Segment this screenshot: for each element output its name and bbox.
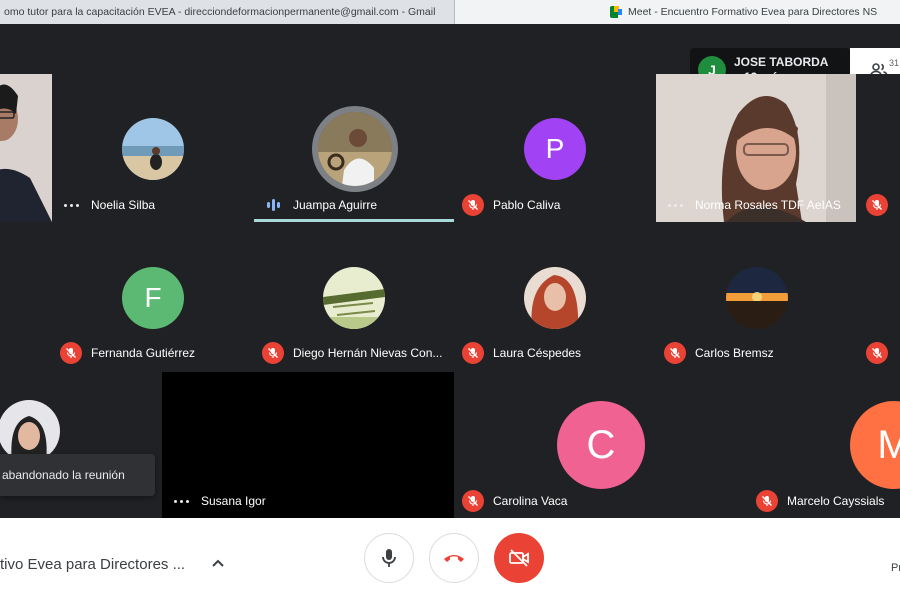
participant-name-row: Laura Céspedes [462,342,581,364]
notification-text: abandonado la reunión [2,468,125,482]
mic-off-icon [60,342,82,364]
mic-off-icon [262,342,284,364]
tab-meet[interactable]: Meet - Encuentro Formativo Evea para Dir… [455,0,900,24]
camera-button[interactable] [494,533,544,583]
mic-icon [382,549,396,567]
hang-up-icon [444,555,464,562]
participant-name-row: Marcelo Cayssials [756,490,884,512]
participant-name-row: Noelia Silba [60,194,155,216]
participant-avatar-speaking [312,106,398,192]
participant-avatar-initial: M [850,401,900,489]
mic-off-icon [866,194,888,216]
meet-bottom-bar: tivo Evea para Directores ... Pr [0,518,900,600]
participant-name: Diego Hernán Nievas Con... [293,346,443,360]
participant-name: Noelia Silba [91,198,156,212]
leave-call-button[interactable] [429,533,479,583]
participant-video-icon [0,74,52,222]
participant-name-row: Norma Rosales TDF AeIAS [664,194,841,216]
participant-name: Carlos Bremsz [695,346,774,360]
participant-avatar-initial: F [122,267,184,329]
participant-name: Pablo Caliva [493,198,561,212]
more-options-icon[interactable] [170,490,192,512]
left-meeting-notification: abandonado la reunión [0,454,155,496]
more-options-icon[interactable] [60,194,82,216]
participant-avatar-initial: C [557,401,645,489]
participant-grid: Noelia Silba Juampa Aguirre P Pablo Cali… [0,74,900,518]
mic-off-icon [664,342,686,364]
participant-name: Laura Céspedes [493,346,582,360]
browser-tab-strip: omo tutor para la capacitación EVEA - di… [0,0,900,24]
active-speaker-underline [254,219,454,222]
participant-avatar-photo [0,400,60,462]
mic-off-icon [866,342,888,364]
meeting-title[interactable]: tivo Evea para Directores ... [0,556,185,573]
participant-name-row: Pablo Caliva [462,194,560,216]
participant-name: Fernanda Gutiérrez [91,346,196,360]
participant-name-row: Juampa Aguirre [262,194,377,216]
mic-off-icon [756,490,778,512]
participant-avatar-photo [323,267,385,329]
mic-off-icon [462,342,484,364]
participant-name-row: Diego Hernán Nievas Con... [262,342,442,364]
speaking-indicator-icon [262,194,284,216]
people-count: 31 [889,58,900,68]
participant-name-row: Fernanda Gutiérrez [60,342,195,364]
meet-logo-icon [610,6,622,18]
present-now-label[interactable]: Pr [891,562,900,574]
participant-name-row-edge [866,194,897,216]
tab-gmail-title: omo tutor para la capacitación EVEA - di… [4,6,436,18]
camera-off-icon [509,549,529,567]
mic-off-icon [462,194,484,216]
microphone-button[interactable] [364,533,414,583]
participant-name-row: Carolina Vaca [462,490,567,512]
tab-meet-title: Meet - Encuentro Formativo Evea para Dir… [628,6,878,18]
participant-name: Juampa Aguirre [293,198,378,212]
participant-avatar-photo [726,267,788,329]
participant-avatar-photo [524,267,586,329]
tab-gmail[interactable]: omo tutor para la capacitación EVEA - di… [0,0,455,24]
participant-name-row: Susana Igor [170,490,266,512]
more-options-icon[interactable] [664,194,686,216]
presenter-name: JOSE TABORDA [734,55,829,69]
chevron-up-icon[interactable] [211,558,225,568]
participant-tile-video-left[interactable] [0,74,52,222]
participant-name: Carolina Vaca [493,494,568,508]
meet-top-bar: J JOSE TABORDA y 13 más 31 [0,24,900,92]
mic-off-icon [462,490,484,512]
participant-avatar-initial: P [524,118,586,180]
participant-name-row-edge [866,342,897,364]
participant-name: Susana Igor [201,494,266,508]
participant-name-row: Carlos Bremsz [664,342,774,364]
participant-name: Norma Rosales TDF AeIAS [695,198,841,212]
participant-name: Marcelo Cayssials [787,494,885,508]
participant-avatar-photo [122,118,184,180]
